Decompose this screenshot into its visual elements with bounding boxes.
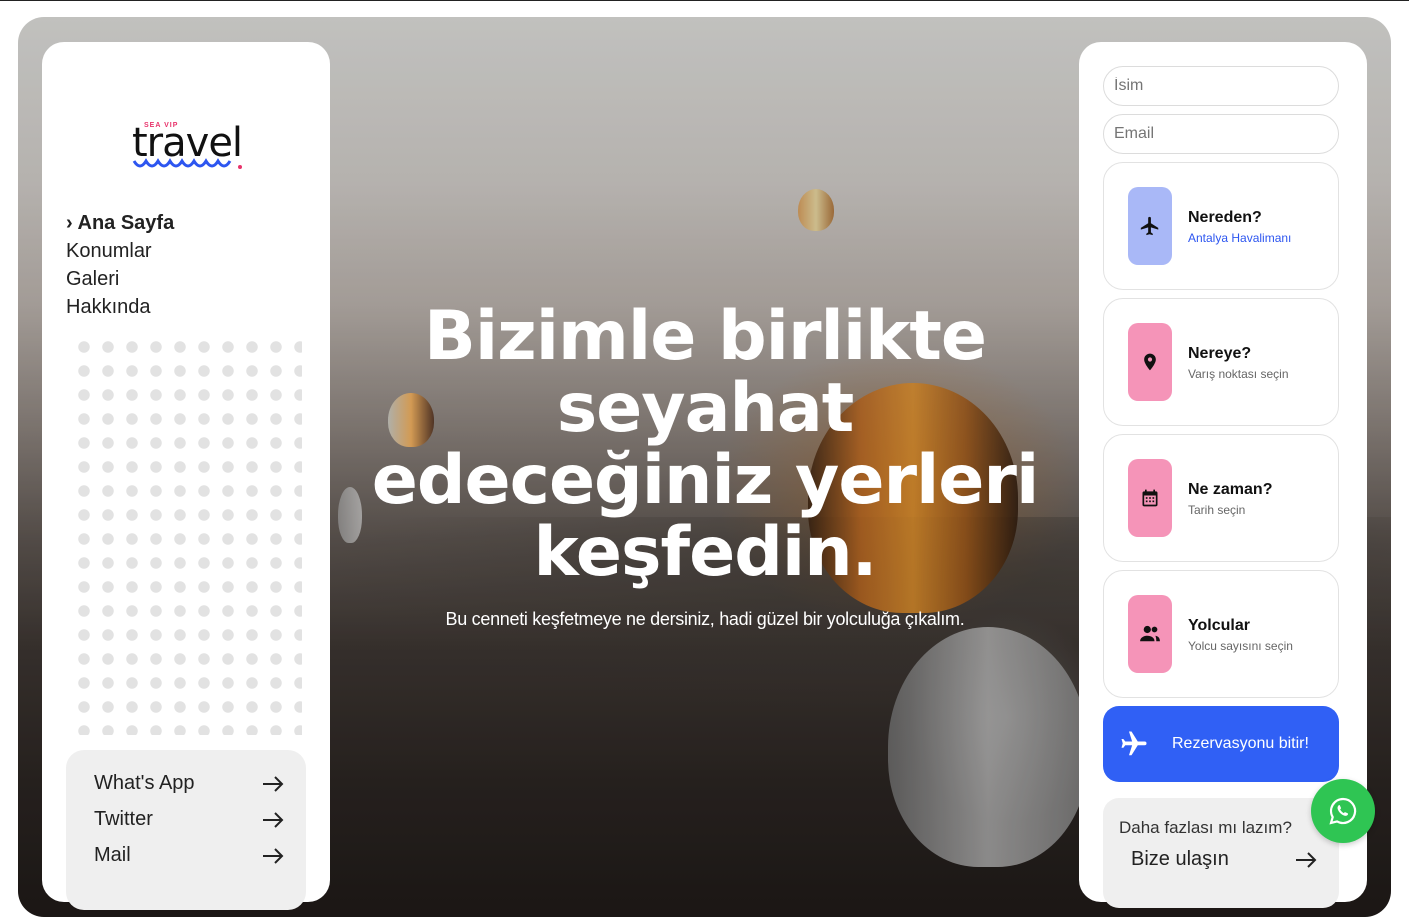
whatsapp-floating-button[interactable] bbox=[1311, 779, 1375, 843]
arrow-right-icon bbox=[263, 775, 284, 792]
mail-link[interactable]: Mail bbox=[94, 844, 284, 867]
nav-item-galeri[interactable]: Galeri bbox=[66, 265, 174, 293]
location-pin-icon bbox=[1128, 323, 1172, 401]
help-box: Daha fazlası mı lazım? Bize ulaşın bbox=[1103, 798, 1339, 908]
hero-section: Bizimle birlikte seyahat edeceğiniz yerl… bbox=[330, 301, 1080, 630]
arrow-right-icon bbox=[263, 811, 284, 828]
whatsapp-icon bbox=[1329, 797, 1357, 825]
booking-panel: Nereden? Antalya Havalimanı Nereye? Varı… bbox=[1079, 42, 1367, 908]
people-icon bbox=[1128, 595, 1172, 673]
name-input[interactable] bbox=[1103, 66, 1339, 106]
contact-us-link[interactable]: Bize ulaşın bbox=[1131, 848, 1317, 871]
help-question: Daha fazlası mı lazım? bbox=[1119, 818, 1292, 837]
whatsapp-link[interactable]: What's App bbox=[94, 772, 284, 795]
hero-subtitle: Bu cenneti keşfetmeye ne dersiniz, hadi … bbox=[445, 609, 965, 629]
nav-item-hakkinda[interactable]: Hakkında bbox=[66, 293, 174, 321]
arrow-right-icon bbox=[263, 847, 284, 864]
nav-item-ana-sayfa[interactable]: › Ana Sayfa bbox=[66, 209, 174, 237]
twitter-link[interactable]: Twitter bbox=[94, 808, 284, 831]
sidebar: SEA VIP travel › Ana Sayfa Konumlar Gale… bbox=[42, 42, 330, 910]
airplane-icon bbox=[1128, 187, 1172, 265]
wave-icon bbox=[132, 158, 242, 169]
travel-logo[interactable]: SEA VIP travel bbox=[130, 120, 250, 176]
email-input[interactable] bbox=[1103, 114, 1339, 154]
from-selector[interactable]: Nereden? Antalya Havalimanı bbox=[1103, 162, 1339, 290]
to-selector[interactable]: Nereye? Varış noktası seçin bbox=[1103, 298, 1339, 426]
nav-item-konumlar[interactable]: Konumlar bbox=[66, 237, 174, 265]
dot-pattern bbox=[72, 335, 302, 735]
finish-booking-button[interactable]: Rezervasyonu bitir! bbox=[1103, 706, 1339, 782]
chevron-right-icon: › bbox=[66, 212, 73, 234]
main-nav: › Ana Sayfa Konumlar Galeri Hakkında bbox=[66, 209, 174, 321]
contact-links: What's App Twitter Mail bbox=[66, 750, 306, 910]
passenger-selector[interactable]: Yolcular Yolcu sayısını seçin bbox=[1103, 570, 1339, 698]
hero-title: Bizimle birlikte seyahat edeceğiniz yerl… bbox=[371, 297, 1040, 592]
airplane-icon bbox=[1121, 731, 1147, 756]
arrow-right-icon bbox=[1296, 851, 1317, 868]
calendar-icon bbox=[1128, 459, 1172, 537]
date-selector[interactable]: Ne zaman? Tarih seçin bbox=[1103, 434, 1339, 562]
